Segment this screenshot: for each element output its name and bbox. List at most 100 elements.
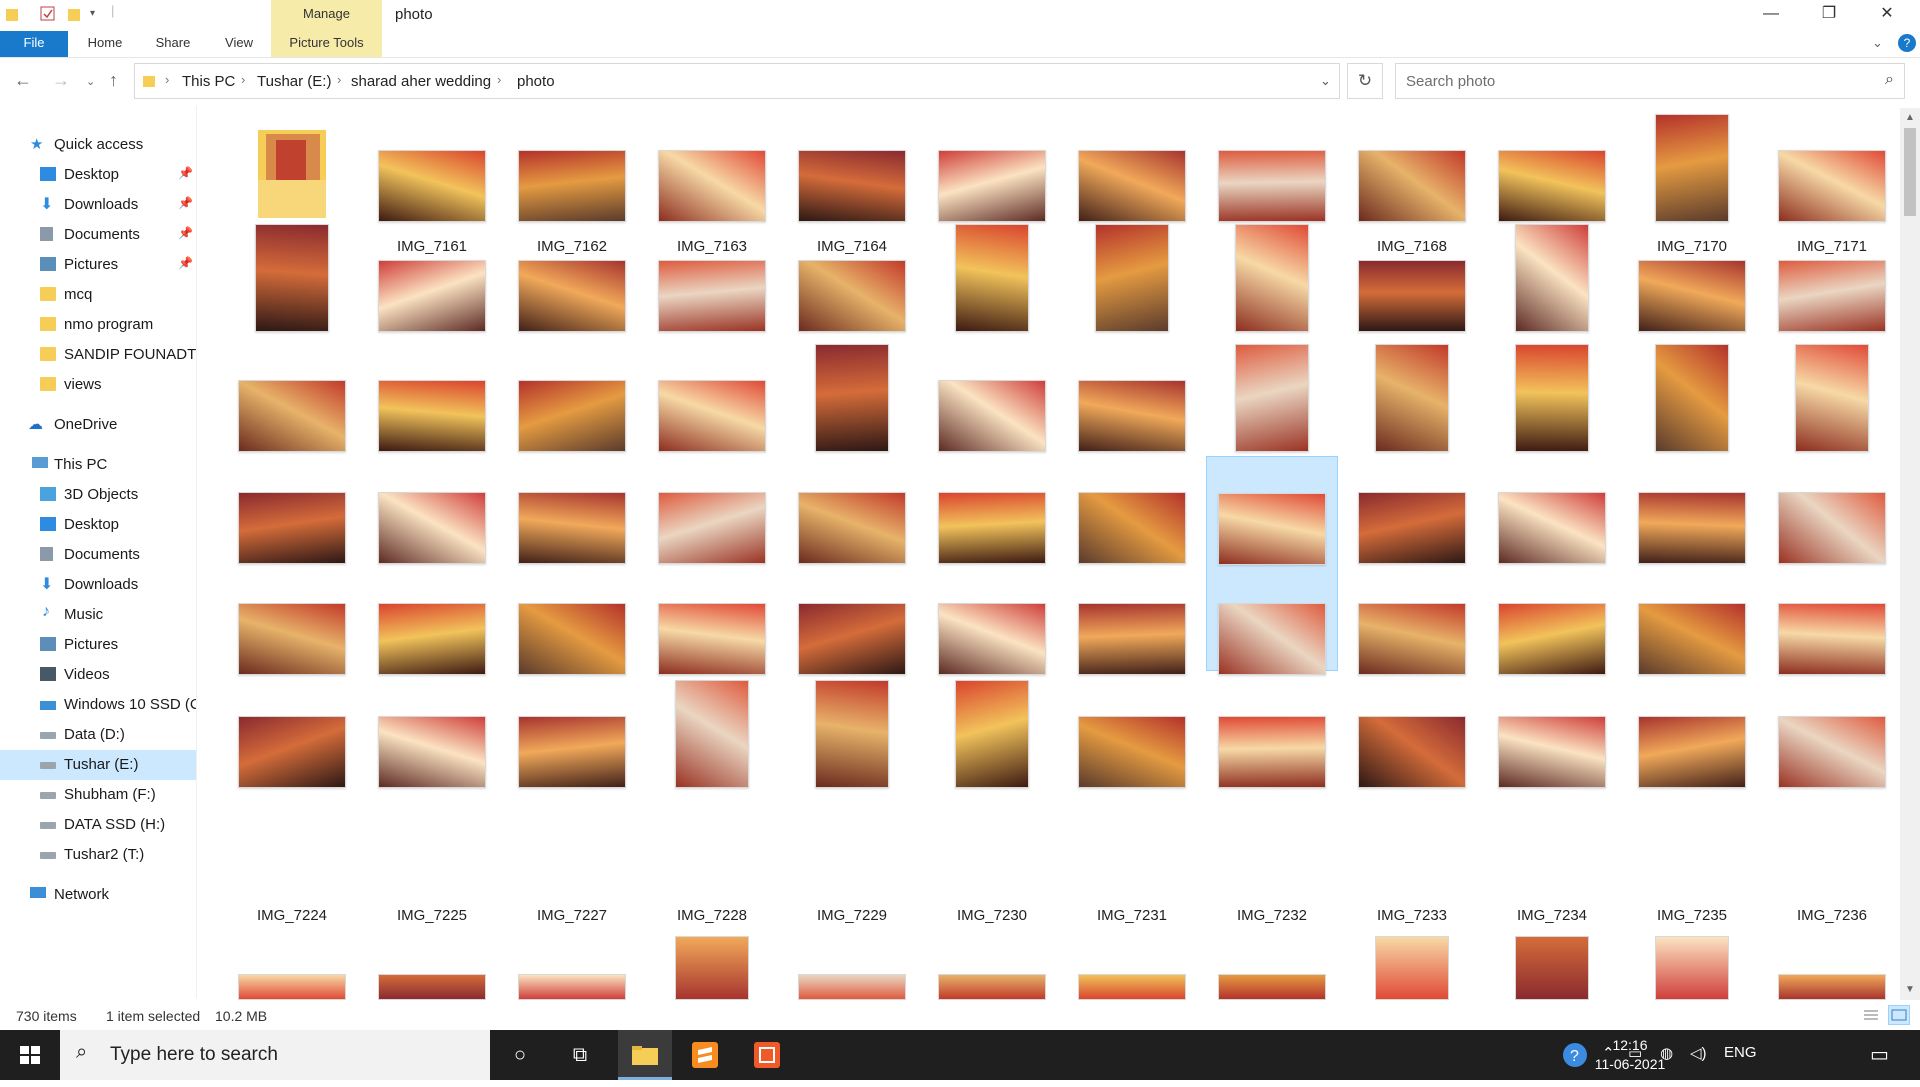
nav-quick-desktop[interactable]: Desktop 📌: [0, 160, 196, 190]
new-folder-icon[interactable]: [68, 6, 82, 24]
details-view-button[interactable]: [1860, 1005, 1882, 1025]
nav-quick-downloads[interactable]: ⬇ Downloads 📌: [0, 190, 196, 220]
nav-network[interactable]: Network: [0, 880, 196, 910]
customize-quick-access-icon[interactable]: ▾: [90, 8, 95, 26]
app-icon: [754, 1042, 780, 1068]
scroll-up-icon[interactable]: ▲: [1905, 112, 1915, 123]
manage-tab[interactable]: Manage: [271, 0, 382, 31]
expand-ribbon-icon[interactable]: ⌄: [1872, 35, 1883, 51]
search-box[interactable]: Search photo ⌕: [1395, 63, 1905, 99]
close-button[interactable]: ✕: [1858, 0, 1916, 31]
file-tile[interactable]: IMG_7233: [1346, 678, 1478, 931]
nav-pc-drive-t[interactable]: Tushar2 (T:): [0, 840, 196, 870]
photo-thumbnail-partial[interactable]: [675, 936, 749, 1000]
volume-icon[interactable]: ◁): [1690, 1044, 1707, 1062]
app-taskbar-button[interactable]: [742, 1030, 792, 1080]
file-tile[interactable]: IMG_7230: [926, 678, 1058, 931]
nav-quick-mcq[interactable]: mcq: [0, 280, 196, 310]
tab-file[interactable]: File: [0, 31, 68, 57]
breadcrumb-wedding[interactable]: sharad aher wedding: [351, 73, 491, 90]
nav-pc-drive-e[interactable]: Tushar (E:): [0, 750, 196, 780]
cortana-button[interactable]: ○: [495, 1030, 545, 1080]
recent-locations-icon[interactable]: ⌄: [86, 75, 95, 88]
task-view-button[interactable]: ⧉: [555, 1030, 605, 1080]
address-bar[interactable]: › This PC › Tushar (E:) › sharad aher we…: [134, 63, 1340, 99]
refresh-button[interactable]: ↻: [1347, 63, 1383, 99]
file-tile[interactable]: IMG_7235: [1626, 678, 1758, 931]
maximize-button[interactable]: ❐: [1800, 0, 1858, 31]
taskbar-search-input[interactable]: Type here to search: [110, 1044, 278, 1066]
file-explorer-taskbar-button[interactable]: [618, 1030, 672, 1080]
tab-view[interactable]: View: [214, 31, 264, 57]
tab-share[interactable]: Share: [148, 31, 198, 57]
vertical-scrollbar[interactable]: ▲ ▼: [1900, 108, 1920, 1000]
chevron-right-icon[interactable]: ›: [497, 72, 501, 87]
tab-home[interactable]: Home: [80, 31, 130, 57]
file-tile[interactable]: IMG_7225: [366, 678, 498, 931]
breadcrumb-drive[interactable]: Tushar (E:): [257, 73, 331, 90]
photo-thumbnail-partial[interactable]: [1078, 974, 1186, 1000]
photo-thumbnail-partial[interactable]: [1375, 936, 1449, 1000]
nav-label: Tushar (E:): [64, 756, 139, 773]
file-tile[interactable]: IMG_7236: [1766, 678, 1896, 931]
nav-pc-downloads[interactable]: ⬇ Downloads: [0, 570, 196, 600]
nav-quick-sandip[interactable]: SANDIP FOUNADTI(: [0, 340, 196, 370]
properties-icon[interactable]: [40, 6, 56, 24]
help-icon[interactable]: ?: [1898, 34, 1916, 52]
photo-thumbnail-partial[interactable]: [378, 974, 486, 1000]
nav-pc-pictures[interactable]: Pictures: [0, 630, 196, 660]
nav-quick-views[interactable]: views: [0, 370, 196, 400]
photo-thumbnail-partial[interactable]: [1515, 936, 1589, 1000]
address-dropdown-icon[interactable]: ⌄: [1320, 73, 1331, 89]
scroll-thumb[interactable]: [1904, 128, 1916, 216]
nav-pc-drive-f[interactable]: Shubham (F:): [0, 780, 196, 810]
nav-quick-pictures[interactable]: Pictures 📌: [0, 250, 196, 280]
sublime-text-taskbar-button[interactable]: [680, 1030, 730, 1080]
start-button[interactable]: [0, 1030, 60, 1080]
taskbar-search-box[interactable]: ⌕ Type here to search: [60, 1030, 490, 1080]
file-tile[interactable]: IMG_7231: [1066, 678, 1198, 931]
photo-thumbnail-partial[interactable]: [1218, 974, 1326, 1000]
nav-quick-access[interactable]: ★ Quick access: [0, 130, 196, 160]
clock[interactable]: 12:16 11-06-2021: [1580, 1036, 1680, 1074]
nav-pc-drive-d[interactable]: Data (D:): [0, 720, 196, 750]
file-tile[interactable]: IMG_7224: [226, 678, 358, 931]
nav-pc-drive-h[interactable]: DATA SSD (H:): [0, 810, 196, 840]
nav-pc-desktop[interactable]: Desktop: [0, 510, 196, 540]
nav-onedrive[interactable]: ☁ OneDrive: [0, 410, 196, 440]
forward-arrow-icon[interactable]: →: [52, 70, 70, 91]
nav-this-pc[interactable]: This PC: [0, 450, 196, 480]
photo-thumbnail-partial[interactable]: [938, 974, 1046, 1000]
nav-pc-documents[interactable]: Documents: [0, 540, 196, 570]
nav-quick-documents[interactable]: Documents 📌: [0, 220, 196, 250]
breadcrumb-this-pc[interactable]: This PC: [182, 73, 235, 90]
nav-pc-3d-objects[interactable]: 3D Objects: [0, 480, 196, 510]
photo-thumbnail-partial[interactable]: [1778, 974, 1886, 1000]
large-icons-view-button[interactable]: [1888, 1005, 1910, 1025]
notifications-icon[interactable]: ▭: [1870, 1042, 1889, 1067]
photo-thumbnail-partial[interactable]: [798, 974, 906, 1000]
scroll-down-icon[interactable]: ▼: [1905, 984, 1915, 995]
breadcrumb-photo[interactable]: photo: [517, 73, 555, 90]
file-tile[interactable]: IMG_7232: [1206, 678, 1338, 931]
back-arrow-icon[interactable]: ←: [14, 70, 32, 91]
nav-pc-drive-c[interactable]: Windows 10 SSD (C: [0, 690, 196, 720]
chevron-right-icon[interactable]: ›: [241, 72, 245, 87]
up-arrow-icon[interactable]: ↑: [109, 70, 118, 91]
file-tile[interactable]: IMG_7227: [506, 678, 638, 931]
photo-thumbnail: [798, 492, 906, 564]
minimize-button[interactable]: —: [1742, 0, 1800, 31]
file-tile[interactable]: IMG_7234: [1486, 678, 1618, 931]
file-tile[interactable]: IMG_7229: [786, 678, 918, 931]
nav-pc-music[interactable]: ♪ Music: [0, 600, 196, 630]
search-input[interactable]: Search photo: [1406, 73, 1495, 90]
photo-thumbnail-partial[interactable]: [1655, 936, 1729, 1000]
language-indicator[interactable]: ENG: [1724, 1044, 1757, 1061]
photo-thumbnail-partial[interactable]: [518, 974, 626, 1000]
nav-quick-nmo[interactable]: nmo program: [0, 310, 196, 340]
photo-thumbnail-partial[interactable]: [238, 974, 346, 1000]
tab-picture-tools[interactable]: Picture Tools: [271, 31, 382, 57]
file-tile[interactable]: IMG_7228: [646, 678, 778, 931]
chevron-right-icon[interactable]: ›: [337, 72, 341, 87]
nav-pc-videos[interactable]: Videos: [0, 660, 196, 690]
